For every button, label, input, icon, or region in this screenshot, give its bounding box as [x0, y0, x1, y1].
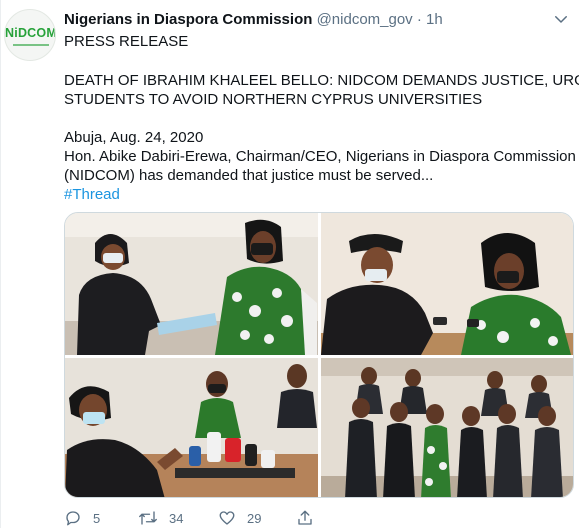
retweet-button[interactable]: 34: [138, 508, 183, 528]
avatar-logo-underline: [13, 44, 49, 46]
photo-document-handover[interactable]: [65, 213, 318, 355]
body-line-1: Hon. Abike Dabiri-Erewa, Chairman/CEO, N…: [64, 148, 576, 165]
avatar-logo: NiDCOM: [5, 26, 56, 40]
media-grid: [64, 212, 574, 498]
like-button[interactable]: 29: [218, 508, 261, 528]
press-release-label: PRESS RELEASE: [64, 33, 189, 50]
like-count: 29: [247, 510, 262, 526]
tweet-header: Nigerians in Diaspora Commission @nidcom…: [64, 10, 443, 30]
retweet-icon: [139, 511, 157, 525]
hashtag-link[interactable]: #Thread: [64, 185, 574, 205]
photo-group[interactable]: [321, 358, 573, 497]
reply-count: 5: [93, 510, 101, 526]
separator-dot: ·: [416, 11, 422, 28]
dateline: Abuja, Aug. 24, 2020: [64, 129, 204, 146]
retweet-count: 34: [169, 510, 184, 526]
reply-icon: [66, 511, 80, 526]
like-icon: [219, 511, 235, 525]
photo-press-briefing[interactable]: [65, 358, 318, 497]
author-handle[interactable]: @nidcom_gov: [317, 11, 413, 28]
headline-line-1: DEATH OF IBRAHIM KHALEEL BELLO: NIDCOM D…: [64, 72, 579, 89]
tweet[interactable]: NiDCOM Nigerians in Diaspora Commission …: [0, 0, 579, 528]
body-line-2: (NIDCOM) has demanded that justice must …: [64, 167, 434, 184]
author-name[interactable]: Nigerians in Diaspora Commission: [64, 11, 312, 28]
photo-phone-call[interactable]: [321, 213, 573, 355]
chevron-down-icon[interactable]: [552, 10, 570, 28]
headline-line-2: STUDENTS TO AVOID NORTHERN CYPRUS UNIVER…: [64, 91, 483, 108]
share-icon: [298, 510, 312, 525]
reply-button[interactable]: 5: [64, 508, 100, 528]
avatar[interactable]: NiDCOM: [4, 9, 56, 61]
timestamp[interactable]: 1h: [426, 11, 443, 28]
share-button[interactable]: [296, 508, 325, 528]
tweet-actions: 5 34 29: [64, 508, 564, 528]
